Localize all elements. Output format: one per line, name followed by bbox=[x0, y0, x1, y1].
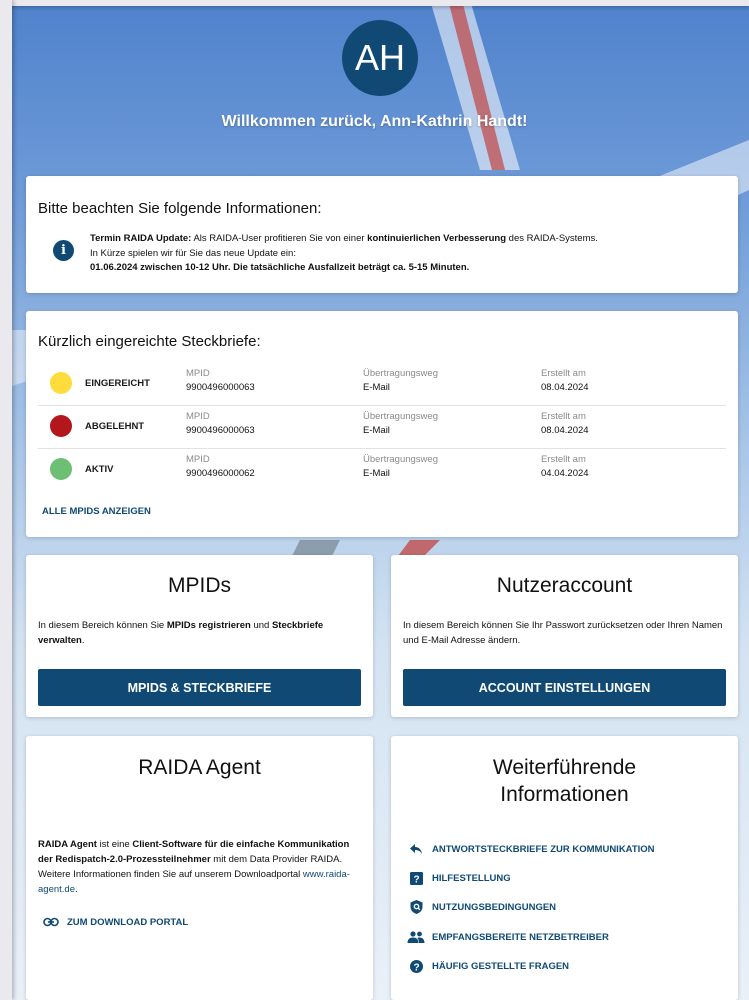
faq-link[interactable]: ? HÄUFIG GESTELLTE FRAGEN bbox=[407, 959, 569, 973]
raida-agent-card: RAIDA Agent RAIDA Agent ist eine Client-… bbox=[26, 736, 373, 1000]
svg-text:?: ? bbox=[413, 874, 419, 885]
help-box-icon: ? bbox=[407, 871, 425, 885]
people-icon bbox=[407, 930, 425, 944]
mpids-description: In diesem Bereich können Sie MPIDs regis… bbox=[38, 620, 324, 646]
window-frame-top bbox=[0, 0, 749, 6]
show-all-mpids-link[interactable]: ALLE MPIDS ANZEIGEN bbox=[42, 506, 151, 517]
info-icon: i bbox=[53, 240, 74, 261]
agent-description: RAIDA Agent ist eine Client-Software für… bbox=[38, 839, 350, 895]
mpids-card: MPIDs In diesem Bereich können Sie MPIDs… bbox=[26, 555, 373, 717]
hilfestellung-link[interactable]: ? HILFESTELLUNG bbox=[407, 871, 511, 885]
table-row[interactable]: ABGELEHNT MPID 9900496000063 Übertragungs… bbox=[38, 405, 726, 449]
download-portal-link[interactable]: ZUM DOWNLOAD PORTAL bbox=[42, 915, 188, 929]
transfer-cell: Übertragungsweg E-Mail bbox=[363, 454, 438, 479]
account-description: In diesem Bereich können Sie Ihr Passwor… bbox=[403, 620, 723, 646]
date-cell: Erstellt am 08.04.2024 bbox=[541, 368, 589, 393]
reply-icon bbox=[407, 842, 425, 856]
table-row[interactable]: AKTIV MPID 9900496000062 Übertragungsweg E… bbox=[38, 448, 726, 491]
antwortsteckbriefe-link[interactable]: ANTWORTSTECKBRIEFE ZUR KOMMUNIKATION bbox=[407, 842, 655, 856]
status-dot bbox=[50, 372, 72, 394]
mpid-cell: MPID 9900496000063 bbox=[186, 411, 255, 436]
transfer-cell: Übertragungsweg E-Mail bbox=[363, 368, 438, 393]
status-dot bbox=[50, 415, 72, 437]
transfer-cell: Übertragungsweg E-Mail bbox=[363, 411, 438, 436]
status-label: EINGEREICHT bbox=[85, 378, 150, 389]
recent-steckbriefe-card: Kürzlich eingereichte Steckbriefe: EINGE… bbox=[26, 311, 738, 537]
nutzungsbedingungen-link[interactable]: NUTZUNGSBEDINGUNGEN bbox=[407, 900, 556, 914]
info-text-a: Als RAIDA-User profitieren Sie von einer bbox=[191, 233, 368, 244]
further-info-card: Weiterführende Informationen ANTWORTSTECK… bbox=[391, 736, 738, 1000]
link-icon bbox=[42, 915, 60, 929]
info-schedule: 01.06.2024 zwischen 10-12 Uhr. Die tatsä… bbox=[90, 262, 470, 273]
further-title: Weiterführende Informationen bbox=[492, 756, 637, 806]
info-update-label: Termin RAIDA Update: bbox=[90, 233, 192, 244]
account-settings-button[interactable]: ACCOUNT EINSTELLUNGEN bbox=[403, 669, 726, 706]
empfangsbereite-netzbetreiber-link[interactable]: EMPFANGSBEREITE NETZBETREIBER bbox=[407, 930, 609, 944]
agent-title: RAIDA Agent bbox=[138, 756, 261, 779]
account-card: Nutzeraccount In diesem Bereich können S… bbox=[391, 555, 738, 717]
info-card-title: Bitte beachten Sie folgende Informatione… bbox=[38, 200, 322, 217]
shield-icon bbox=[407, 900, 425, 914]
svg-text:?: ? bbox=[413, 962, 419, 973]
user-avatar[interactable]: AH bbox=[342, 20, 418, 96]
dashboard-page: AH Willkommen zurück, Ann-Kathrin Handt!… bbox=[0, 0, 749, 1000]
question-circle-icon: ? bbox=[407, 959, 425, 973]
table-row[interactable]: EINGEREICHT MPID 9900496000063 Übertragun… bbox=[38, 362, 726, 406]
welcome-message: Willkommen zurück, Ann-Kathrin Handt! bbox=[221, 113, 528, 130]
status-label: AKTIV bbox=[85, 464, 114, 475]
info-message: Termin RAIDA Update: Als RAIDA-User prof… bbox=[90, 232, 598, 276]
date-cell: Erstellt am 08.04.2024 bbox=[541, 411, 589, 436]
info-text-b: des RAIDA-Systems. bbox=[506, 233, 598, 244]
window-frame-left bbox=[0, 0, 12, 1000]
mpid-cell: MPID 9900496000062 bbox=[186, 454, 255, 479]
mpid-cell: MPID 9900496000063 bbox=[186, 368, 255, 393]
date-cell: Erstellt am 04.04.2024 bbox=[541, 454, 589, 479]
status-dot bbox=[50, 458, 72, 480]
mpids-steckbriefe-button[interactable]: MPIDS & STECKBRIEFE bbox=[38, 669, 361, 706]
mpids-title: MPIDs bbox=[168, 574, 231, 597]
steckbriefe-title: Kürzlich eingereichte Steckbriefe: bbox=[38, 333, 261, 350]
status-label: ABGELEHNT bbox=[85, 421, 145, 432]
account-title: Nutzeraccount bbox=[496, 574, 633, 597]
info-line2: In Kürze spielen wir für Sie das neue Up… bbox=[90, 247, 296, 259]
info-improvement: kontinuierlichen Verbesserung bbox=[367, 233, 507, 244]
